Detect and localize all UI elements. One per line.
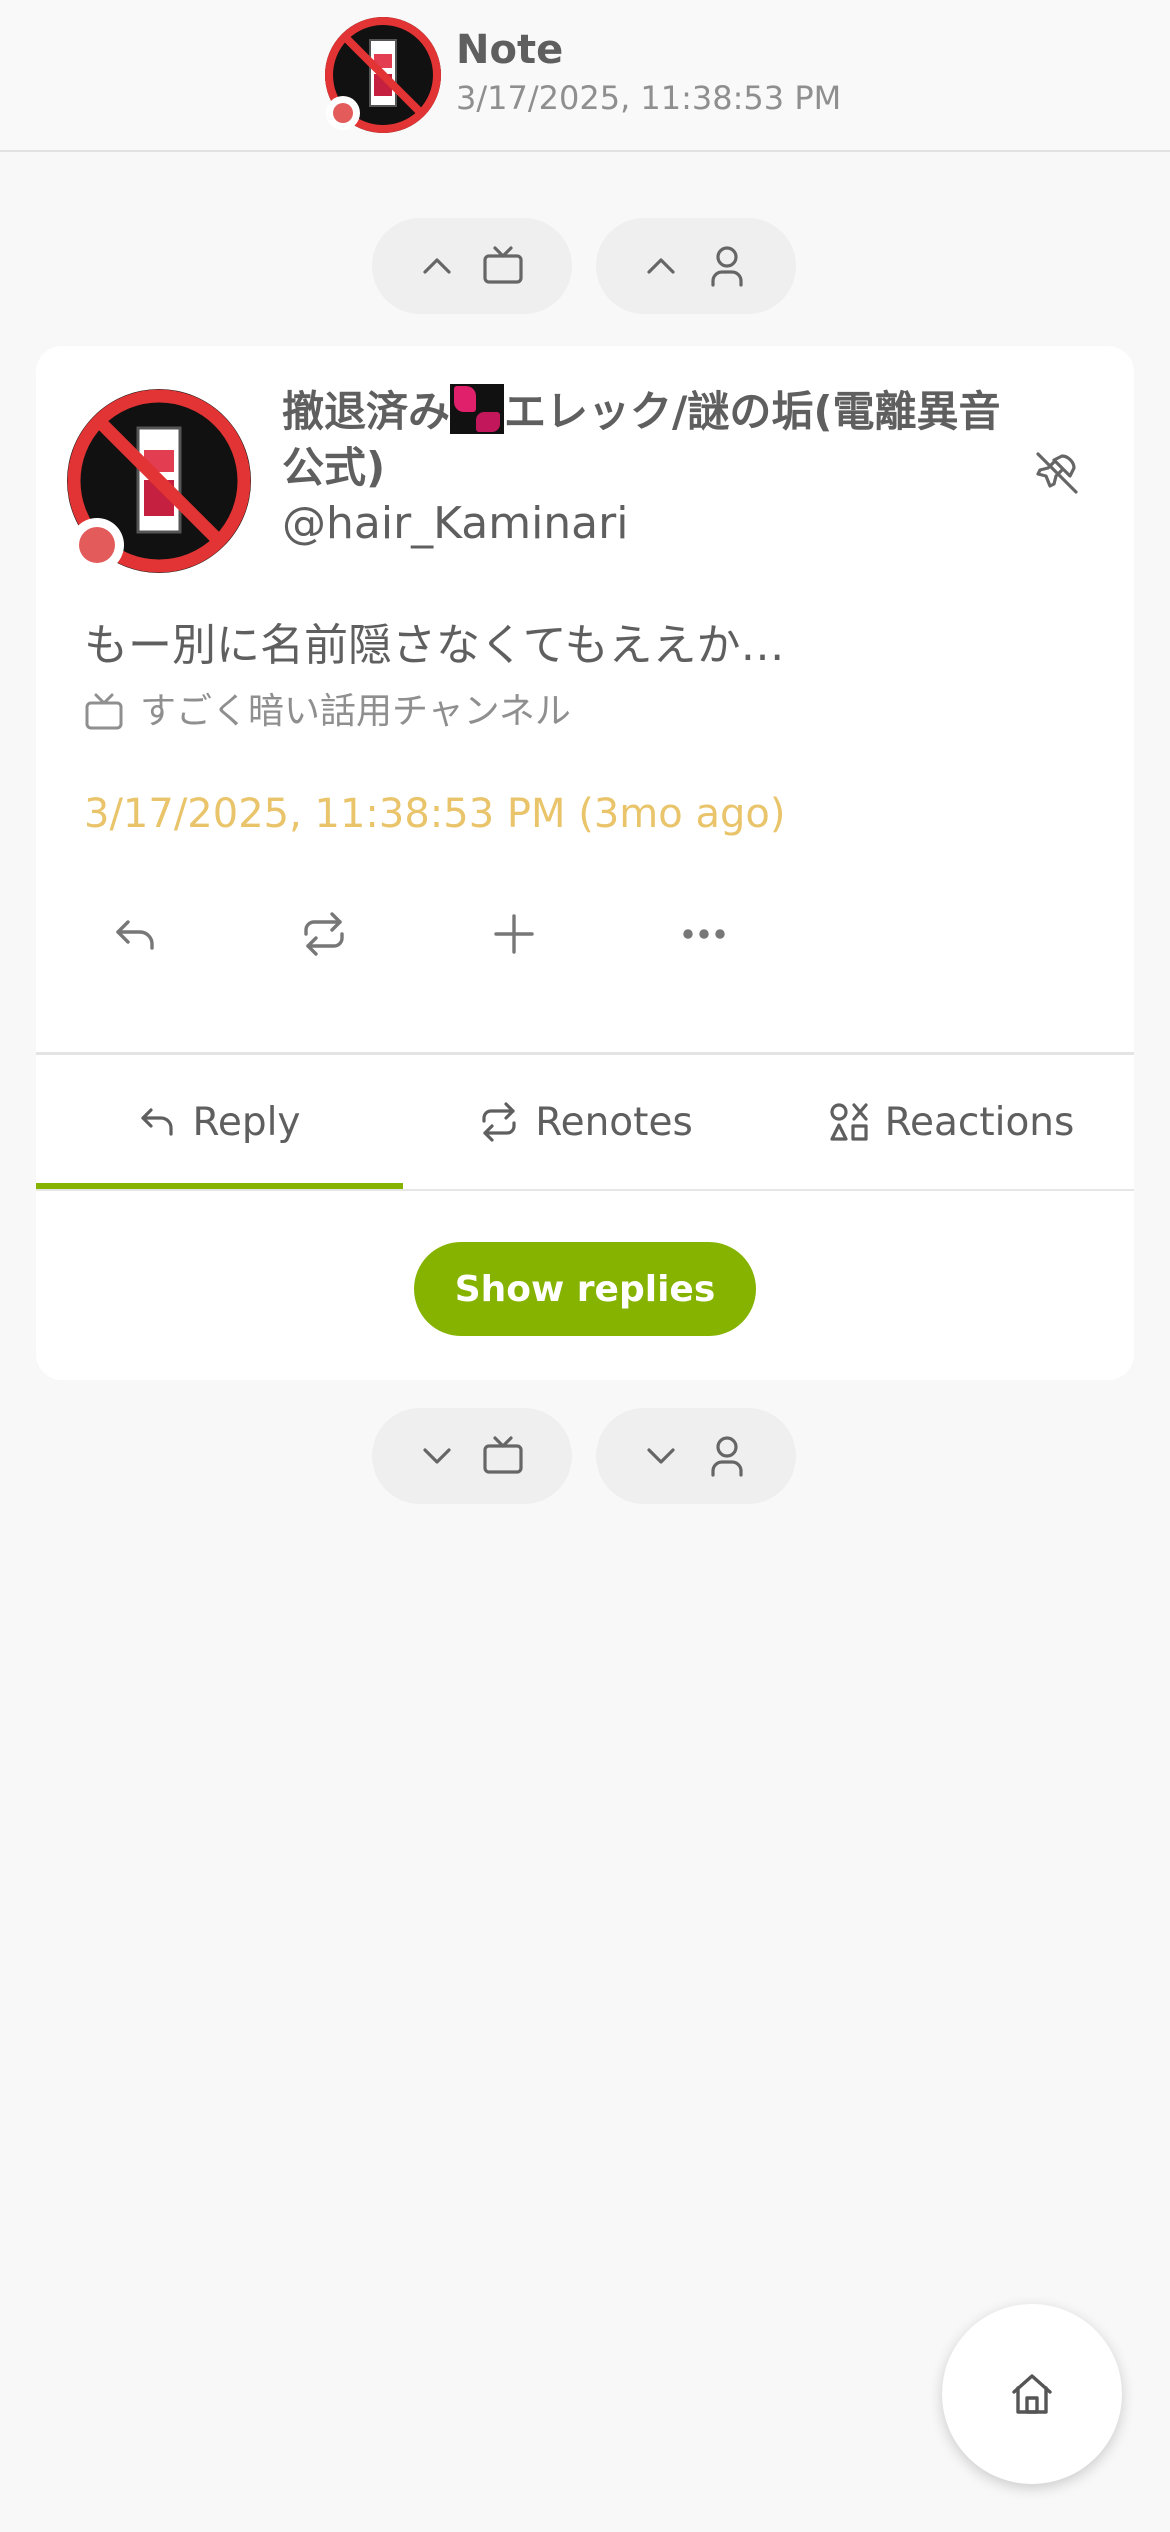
active-tab-indicator <box>36 1183 403 1189</box>
react-button[interactable] <box>474 894 554 974</box>
page-title: Note <box>456 27 564 73</box>
tab-renotes-label: Renotes <box>535 1099 693 1145</box>
next-channel-note-button[interactable] <box>372 1408 572 1504</box>
tab-reply-label: Reply <box>192 1099 301 1145</box>
prev-channel-note-button[interactable] <box>372 218 572 314</box>
online-indicator <box>326 96 360 130</box>
note-actions <box>96 894 796 974</box>
page-header: Note 3/17/2025, 11:38:53 PM <box>0 0 1170 152</box>
chevron-down-icon <box>647 1448 675 1464</box>
note-card: 撤退済み エレック/謎の垢(電離異音公式) @hair_Kaminari もー別に… <box>36 346 1134 1380</box>
more-button[interactable] <box>664 894 744 974</box>
next-user-note-button[interactable] <box>596 1408 796 1504</box>
online-indicator <box>70 518 124 572</box>
reply-button[interactable] <box>96 894 176 974</box>
reply-icon <box>141 1108 174 1136</box>
username[interactable]: @hair_Kaminari <box>282 496 628 552</box>
channel-name: すごく暗い話用チャンネル <box>140 691 571 732</box>
home-button[interactable] <box>942 2304 1122 2484</box>
tab-reply[interactable]: Reply <box>36 1055 403 1189</box>
note-text: もー別に名前隠さなくてもええか… <box>84 620 785 671</box>
page-subtitle: 3/17/2025, 11:38:53 PM <box>456 79 842 117</box>
home-icon <box>1012 2374 1052 2414</box>
note-timestamp[interactable]: 3/17/2025, 11:38:53 PM (3mo ago) <box>84 786 785 842</box>
channel-link[interactable]: すごく暗い話用チャンネル <box>84 688 571 736</box>
renote-icon <box>304 912 344 956</box>
plus-icon <box>494 914 534 954</box>
more-icon <box>683 929 725 939</box>
chevron-down-icon <box>423 1448 451 1464</box>
chevron-up-icon <box>647 258 675 274</box>
tab-renotes[interactable]: Renotes <box>403 1055 767 1189</box>
display-name[interactable]: 撤退済み エレック/謎の垢(電離異音公式) <box>282 384 1042 496</box>
display-name-prefix: 撤退済み <box>282 387 451 436</box>
local-only-icon <box>1032 448 1082 498</box>
tab-reactions-label: Reactions <box>884 1099 1075 1145</box>
chevron-up-icon <box>423 258 451 274</box>
tv-icon <box>483 1436 523 1474</box>
custom-emoji <box>450 384 505 434</box>
note-tabs: Reply Renotes Reactions <box>36 1055 1134 1191</box>
renote-button[interactable] <box>284 894 364 974</box>
reactions-icon <box>830 1103 868 1141</box>
user-icon <box>711 246 743 287</box>
show-replies-button[interactable]: Show replies <box>414 1242 756 1336</box>
tab-reactions[interactable]: Reactions <box>767 1055 1134 1189</box>
user-icon <box>711 1436 743 1477</box>
tv-icon <box>483 246 523 284</box>
prev-user-note-button[interactable] <box>596 218 796 314</box>
renote-icon <box>482 1102 516 1142</box>
tv-icon <box>85 693 123 730</box>
reply-icon <box>116 920 154 950</box>
